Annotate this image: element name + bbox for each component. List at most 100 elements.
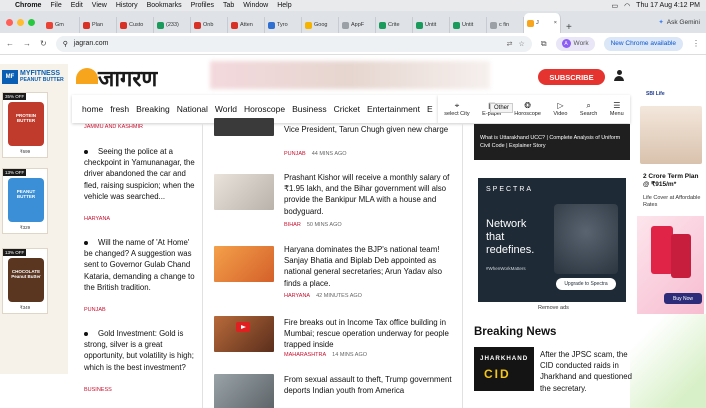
browser-tab[interactable]: AppF [339,17,376,33]
breaking-news-headline[interactable]: After the JPSC scam, the CID conducted r… [540,349,634,394]
menu-history[interactable]: History [116,2,138,9]
browser-tab[interactable]: Plan [80,17,117,33]
nav-horoscope[interactable]: Horoscope [244,104,285,114]
location-pin-icon: ⌖ [454,100,460,110]
news-thumbnail[interactable] [214,246,274,282]
nav-home[interactable]: home [82,104,103,114]
nav-fresh[interactable]: fresh [110,104,129,114]
remove-ads-link[interactable]: Remove ads [538,305,569,311]
nav-business[interactable]: Business [292,104,327,114]
news-category[interactable]: PUNJAB [84,307,106,313]
nav-world[interactable]: World [215,104,237,114]
jagran-logo[interactable]: जागरण [98,63,157,93]
nav-entertainment[interactable]: Entertainment [367,104,420,114]
ask-gemini-button[interactable]: ✦ Ask Gemini [658,18,700,27]
nav-national[interactable]: National [177,104,208,114]
video-caption-card[interactable]: What is Uttarakhand UCC? | Complete Anal… [474,124,630,160]
browser-tab[interactable]: Atten [228,17,265,33]
url-text[interactable]: jagran.com [74,40,109,47]
nav-search-button[interactable]: ⌕ Search [580,101,597,117]
buy-now-button[interactable]: Buy Now [664,293,702,304]
news-category[interactable]: BIHAR [284,222,301,228]
close-window-icon[interactable] [6,18,13,26]
user-account-icon[interactable] [614,70,624,82]
extensions-icon[interactable]: ⧉ [541,39,547,49]
news-category[interactable]: HARYANA [84,216,110,222]
browser-tab[interactable]: Goog [302,17,339,33]
browser-tab[interactable]: Tyro [265,17,302,33]
nav-location-pin-button[interactable]: ⌖ select City [444,100,469,117]
news-category[interactable]: BUSINESS [84,387,112,393]
browser-tab[interactable]: J × [524,13,561,33]
browser-tab[interactable]: c fin [487,17,524,33]
browser-tab[interactable]: Untit [413,17,450,33]
nav-video-button[interactable]: ▷ Video [553,101,567,117]
nav-horoscope-button[interactable]: ❂ Horoscope [514,101,541,117]
minimize-window-icon[interactable] [17,18,24,26]
news-headline[interactable]: From sexual assault to theft, Trump gove… [284,374,456,396]
news-thumbnail[interactable] [214,374,274,408]
news-headline[interactable]: Prashant Kishor will receive a monthly s… [284,172,456,217]
back-icon[interactable]: ← [6,39,14,48]
menu-tab[interactable]: Tab [223,2,234,9]
news-thumbnail[interactable] [214,118,274,136]
zoom-window-icon[interactable] [28,18,35,26]
ad-product-jar: CHOCOLATE Peanut Butter [8,258,44,302]
news-category[interactable]: JAMMU AND KASHMIR [84,124,143,130]
menu-bookmarks[interactable]: Bookmarks [147,2,182,9]
reload-icon[interactable]: ↻ [40,39,47,48]
news-category[interactable]: PUNJAB [284,151,306,157]
menubar-app-name[interactable]: Chrome [15,2,41,9]
ad-discount: 35% OFF [3,93,27,100]
news-headline[interactable]: Fire breaks out in Income Tax office bui… [284,317,456,351]
browser-tab[interactable]: Crite [376,17,413,33]
menu-window[interactable]: Window [243,2,268,9]
menu-profiles[interactable]: Profiles [191,2,214,9]
translate-icon[interactable]: ⇄ [507,40,513,48]
menu-help[interactable]: Help [277,2,291,9]
wifi-icon[interactable]: ◠ [624,2,630,10]
subscribe-button[interactable]: SUBSCRIBE [538,69,605,85]
spectra-upgrade-button[interactable]: Upgrade to Spectra [556,278,616,290]
menubar-datetime[interactable]: Thu 17 Aug 4:12 PM [636,2,700,9]
chrome-update-button[interactable]: New Chrome available [603,36,683,51]
browser-tab[interactable]: Custo [117,17,154,33]
nav-cricket[interactable]: Cricket [334,104,360,114]
menu-edit[interactable]: Edit [71,2,83,9]
news-category[interactable]: HARYANA [284,293,310,299]
bookmark-star-icon[interactable]: ☆ [519,40,525,48]
nav-more[interactable]: E [427,104,433,114]
thumb-text: JHARKHAND [480,355,529,362]
news-headline[interactable]: Gold Investment: Gold is strong, silver … [84,328,196,373]
video-play-icon[interactable] [236,322,250,332]
forward-icon[interactable]: → [23,39,31,48]
left-side-ad[interactable]: MF MYFITNESS PEANUT BUTTER 35% OFF PROTE… [0,64,68,374]
battery-icon[interactable]: ▭ [611,2,618,10]
menu-view[interactable]: View [92,2,107,9]
news-headline[interactable]: Will the name of 'At Home' be changed? A… [84,237,196,293]
news-category[interactable]: MAHARASHTRA [284,352,326,358]
menu-file[interactable]: File [50,2,61,9]
ad-product-card[interactable]: 35% OFF PROTEIN BUTTER ₹699 [2,92,48,158]
more-menu-icon[interactable]: ⋮ [692,39,700,48]
browser-tab[interactable]: Onb [191,17,228,33]
ad-product-name: PEANUT BUTTER [16,189,36,199]
new-tab-icon[interactable]: + [566,22,572,33]
news-headline[interactable]: Vice President, Tarun Chugh given new ch… [284,124,456,135]
nav-breaking[interactable]: Breaking [136,104,170,114]
nav-menu-button[interactable]: ☰ Menu [610,101,624,117]
ad-product-card[interactable]: 13% OFF PEANUT BUTTER ₹329 [2,168,48,234]
breaking-news-thumbnail[interactable]: JHARKHAND CID [474,347,534,391]
spectra-ad[interactable]: SPECTRA Network that redefines. #WhenWor… [478,178,626,302]
close-tab-icon[interactable]: × [554,20,557,26]
news-headline[interactable]: Seeing the police at a checkpoint in Yam… [84,146,196,202]
news-thumbnail[interactable] [214,174,274,210]
browser-tab[interactable]: (233) [154,17,191,33]
address-bar[interactable]: ⚲ jagran.com ⇄ ☆ [55,35,532,52]
browser-tab[interactable]: Gm [43,17,80,33]
news-headline[interactable]: Haryana dominates the BJP's national tea… [284,244,456,289]
ad-product-card[interactable]: 13% OFF CHOCOLATE Peanut Butter ₹349 [2,248,48,314]
site-info-icon[interactable]: ⚲ [63,40,68,48]
browser-tab[interactable]: Untit [450,17,487,33]
profile-chip[interactable]: A Work [555,36,595,51]
